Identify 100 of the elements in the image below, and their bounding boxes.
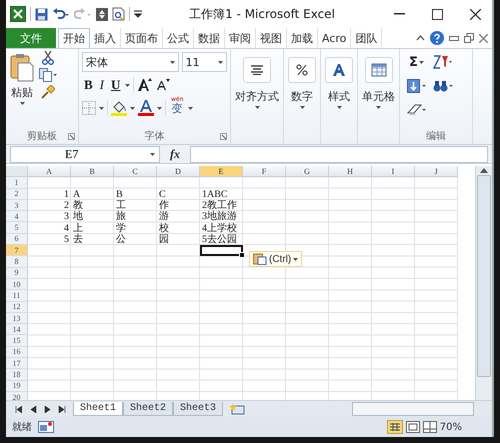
sort-icon[interactable]: [96, 8, 108, 20]
cell-text: 上: [73, 222, 83, 234]
ribbon-button[interactable]: 样式: [324, 55, 354, 111]
sort-filter-icon[interactable]: [432, 55, 452, 69]
column-header[interactable]: B: [71, 166, 114, 178]
row-header[interactable]: 12: [6, 302, 28, 313]
column-header[interactable]: D: [157, 166, 200, 178]
sheet-nav-icon[interactable]: [57, 406, 67, 412]
name-box[interactable]: E7: [10, 146, 160, 162]
minimize-icon[interactable]: [449, 36, 459, 40]
row-header[interactable]: 9: [6, 268, 28, 279]
ribbon-tab[interactable]: Acro: [318, 28, 352, 48]
row-header[interactable]: 16: [6, 346, 28, 358]
row-header[interactable]: 7: [6, 245, 28, 256]
sheet-tab[interactable]: Sheet2: [123, 402, 174, 416]
zoom-level[interactable]: 70%: [440, 422, 492, 432]
row-header[interactable]: 17: [6, 358, 28, 370]
ribbon-tab[interactable]: 插入: [90, 28, 121, 48]
row-header[interactable]: 5: [6, 222, 28, 234]
maximize-icon[interactable]: [432, 8, 442, 20]
cell-text: 工: [116, 200, 126, 212]
eraser-icon[interactable]: [407, 104, 427, 116]
page-break-icon[interactable]: [422, 421, 437, 433]
font-size-field[interactable]: 11: [182, 52, 227, 72]
dialog-launcher-icon[interactable]: [220, 133, 227, 140]
column-header[interactable]: F: [243, 166, 286, 178]
normal-view-icon[interactable]: [386, 420, 403, 434]
undo-icon[interactable]: [52, 8, 70, 20]
italic-button[interactable]: I: [98, 75, 106, 95]
bold-button[interactable]: B: [82, 75, 95, 95]
ribbon-tab[interactable]: 团队: [351, 28, 382, 48]
ribbon-tab[interactable]: 审阅: [225, 28, 256, 48]
save-icon[interactable]: [35, 8, 48, 20]
ribbon-button[interactable]: 对齐方式: [234, 55, 280, 111]
sheet-tab[interactable]: Sheet1: [73, 402, 124, 416]
horizontal-scrollbar[interactable]: [352, 402, 474, 416]
cut-icon[interactable]: [42, 51, 54, 65]
fill-down-icon[interactable]: [407, 79, 427, 93]
scroll-up-icon[interactable]: [480, 168, 488, 173]
cell-text: 游: [159, 211, 169, 222]
row-header[interactable]: 2: [6, 188, 28, 200]
format-painter-icon[interactable]: [41, 85, 55, 99]
copy-icon[interactable]: [39, 68, 57, 82]
column-header[interactable]: E: [200, 166, 243, 178]
page-layout-icon[interactable]: [406, 421, 420, 433]
row-header[interactable]: 10: [6, 278, 28, 290]
row-header[interactable]: 6: [6, 234, 28, 246]
align-icon: [250, 65, 264, 75]
column-header[interactable]: H: [329, 166, 372, 178]
underline-button[interactable]: U: [109, 75, 122, 95]
ribbon-tab[interactable]: 页面布: [121, 28, 163, 48]
ribbon-button[interactable]: 数字: [287, 55, 317, 111]
row-header[interactable]: 19: [6, 380, 28, 392]
print-preview-icon[interactable]: [112, 7, 125, 21]
sheet-tab[interactable]: Sheet3: [173, 402, 224, 416]
row-header[interactable]: 13: [6, 312, 28, 324]
row-header[interactable]: 14: [6, 324, 28, 336]
row-header[interactable]: 3: [6, 200, 28, 212]
help-icon[interactable]: [430, 31, 444, 45]
ribbon-button[interactable]: 单元格: [361, 55, 396, 111]
ribbon-tab[interactable]: 视图: [256, 28, 287, 48]
row-header[interactable]: 1: [6, 177, 28, 189]
ribbon-tab[interactable]: 开始: [58, 28, 90, 48]
collapse-ribbon-icon[interactable]: [416, 35, 425, 41]
row-header[interactable]: 18: [6, 369, 28, 381]
grow-font-icon[interactable]: [137, 78, 154, 92]
active-cell[interactable]: [200, 245, 243, 256]
row-header[interactable]: 15: [6, 335, 28, 347]
font-color-icon[interactable]: [138, 100, 154, 116]
paste-button[interactable]: 粘贴: [9, 51, 35, 128]
minimize-icon[interactable]: [394, 13, 404, 15]
column-header[interactable]: A: [28, 166, 71, 178]
shrink-font-icon[interactable]: [156, 79, 170, 91]
row-header[interactable]: 11: [6, 290, 28, 302]
column-header[interactable]: C: [114, 166, 157, 178]
column-header[interactable]: G: [286, 166, 329, 178]
macro-record-icon[interactable]: [38, 421, 54, 433]
font-name-field[interactable]: 宋体: [82, 52, 179, 72]
insert-sheet-icon[interactable]: [229, 403, 246, 415]
row-header[interactable]: 8: [6, 256, 28, 268]
column-header[interactable]: I: [372, 166, 415, 178]
insert-function-button[interactable]: fx: [164, 146, 186, 162]
paste-options-button[interactable]: (Ctrl): [249, 251, 302, 267]
binoculars-icon[interactable]: [433, 79, 453, 93]
customize-icon[interactable]: [134, 10, 142, 18]
dialog-launcher-icon[interactable]: [68, 133, 75, 140]
autosum-button[interactable]: Σ: [407, 52, 426, 72]
caret-icon: [157, 106, 162, 110]
restore-icon[interactable]: [464, 33, 474, 43]
ribbon-tab[interactable]: 数据: [194, 28, 225, 48]
fill-color-icon[interactable]: [111, 100, 127, 116]
scrollbar-thumb[interactable]: [477, 175, 491, 377]
row-header[interactable]: 4: [6, 211, 28, 222]
ribbon-tab[interactable]: 公式: [163, 28, 194, 48]
close-icon[interactable]: [470, 8, 480, 20]
file-tab[interactable]: 文件: [6, 28, 56, 48]
ribbon-tab[interactable]: 加载: [287, 28, 318, 48]
formula-input[interactable]: [190, 146, 488, 162]
column-header[interactable]: J: [415, 166, 458, 178]
borders-icon[interactable]: [82, 101, 96, 115]
